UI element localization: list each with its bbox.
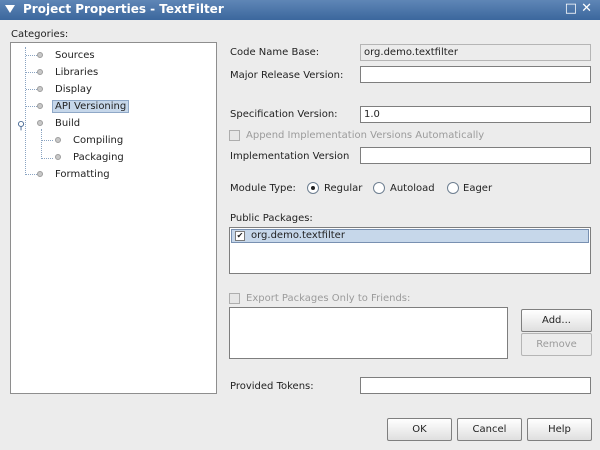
tree-item-label: Sources <box>55 49 95 61</box>
impl-version-label: Implementation Version <box>230 151 350 162</box>
tree-item-display[interactable]: Display <box>37 81 92 97</box>
tree-item-label: Libraries <box>55 66 99 78</box>
close-icon[interactable]: ✕ <box>581 1 596 16</box>
tree-connector <box>26 106 37 107</box>
major-release-label: Major Release Version: <box>230 70 344 81</box>
provided-tokens-input[interactable] <box>360 377 591 394</box>
tree-item-compiling[interactable]: Compiling <box>55 132 123 148</box>
tree-item-sources[interactable]: Sources <box>37 47 95 63</box>
window-controls: □✕ <box>565 1 596 16</box>
export-friends-label: Export Packages Only to Friends: <box>246 293 411 304</box>
provided-tokens-label: Provided Tokens: <box>230 381 314 392</box>
code-name-base-field: org.demo.textfilter <box>360 44 591 61</box>
window-title: Project Properties - TextFilter <box>23 2 224 16</box>
friends-list[interactable] <box>229 307 508 359</box>
tree-item-api-versioning[interactable]: API Versioning <box>37 98 130 114</box>
append-impl-checkbox[interactable] <box>229 130 240 141</box>
radio-regular[interactable] <box>307 182 319 194</box>
tree-connector <box>26 174 37 175</box>
remove-button[interactable]: Remove <box>521 333 592 356</box>
categories-label: Categories: <box>11 29 69 40</box>
node-icon <box>37 120 43 126</box>
tree-connector <box>25 47 26 175</box>
node-icon <box>55 154 61 160</box>
radio-eager[interactable] <box>447 182 459 194</box>
ok-button[interactable]: OK <box>387 418 452 441</box>
major-release-input[interactable] <box>360 66 591 83</box>
module-type-label: Module Type: <box>230 183 296 194</box>
help-button[interactable]: Help <box>527 418 592 441</box>
spec-version-label: Specification Version: <box>230 109 338 120</box>
tree-item-label: Compiling <box>73 134 124 146</box>
export-friends-checkbox[interactable] <box>229 293 240 304</box>
add-button[interactable]: Add... <box>521 309 592 332</box>
title-bar: Project Properties - TextFilter □✕ <box>0 0 600 20</box>
cancel-button[interactable]: Cancel <box>457 418 522 441</box>
tree-connector <box>26 55 37 56</box>
tree-connector <box>26 72 37 73</box>
radio-eager-label: Eager <box>463 183 493 194</box>
tree-item-packaging[interactable]: Packaging <box>55 149 124 165</box>
tree-connector <box>42 158 53 159</box>
node-icon <box>37 103 43 109</box>
tree-connector <box>26 89 37 90</box>
tree-item-libraries[interactable]: Libraries <box>37 64 98 80</box>
expand-toggle-icon[interactable]: ⚲ <box>17 119 25 132</box>
package-row[interactable]: ✔ org.demo.textfilter <box>231 229 589 243</box>
node-icon <box>55 137 61 143</box>
impl-version-input[interactable] <box>360 147 591 164</box>
code-name-base-label: Code Name Base: <box>230 47 320 58</box>
spec-version-input[interactable]: 1.0 <box>360 106 591 123</box>
node-icon <box>37 52 43 58</box>
append-impl-label: Append Implementation Versions Automatic… <box>246 130 485 141</box>
radio-autoload-label: Autoload <box>390 183 435 194</box>
tree-item-formatting[interactable]: Formatting <box>37 166 110 182</box>
node-icon <box>37 86 43 92</box>
public-packages-label: Public Packages: <box>230 213 313 224</box>
package-checkbox[interactable]: ✔ <box>235 231 245 241</box>
tree-connector <box>42 140 53 141</box>
package-name: org.demo.textfilter <box>251 230 345 241</box>
tree-item-build[interactable]: Build <box>37 115 80 131</box>
tree-item-label: Formatting <box>55 168 110 180</box>
categories-tree[interactable]: ⚲ Sources Libraries Display API Versioni… <box>10 42 217 394</box>
tree-item-label: Display <box>55 83 92 95</box>
radio-regular-label: Regular <box>324 183 363 194</box>
node-icon <box>37 171 43 177</box>
tree-item-label: Packaging <box>73 151 124 163</box>
node-icon <box>37 69 43 75</box>
radio-autoload[interactable] <box>373 182 385 194</box>
tree-item-label: Build <box>55 117 81 129</box>
public-packages-list[interactable]: ✔ org.demo.textfilter <box>229 227 591 274</box>
tree-connector <box>41 129 42 159</box>
tree-item-label: API Versioning <box>52 99 130 113</box>
maximize-icon[interactable]: □ <box>565 1 581 16</box>
window-menu-icon[interactable] <box>5 5 15 13</box>
